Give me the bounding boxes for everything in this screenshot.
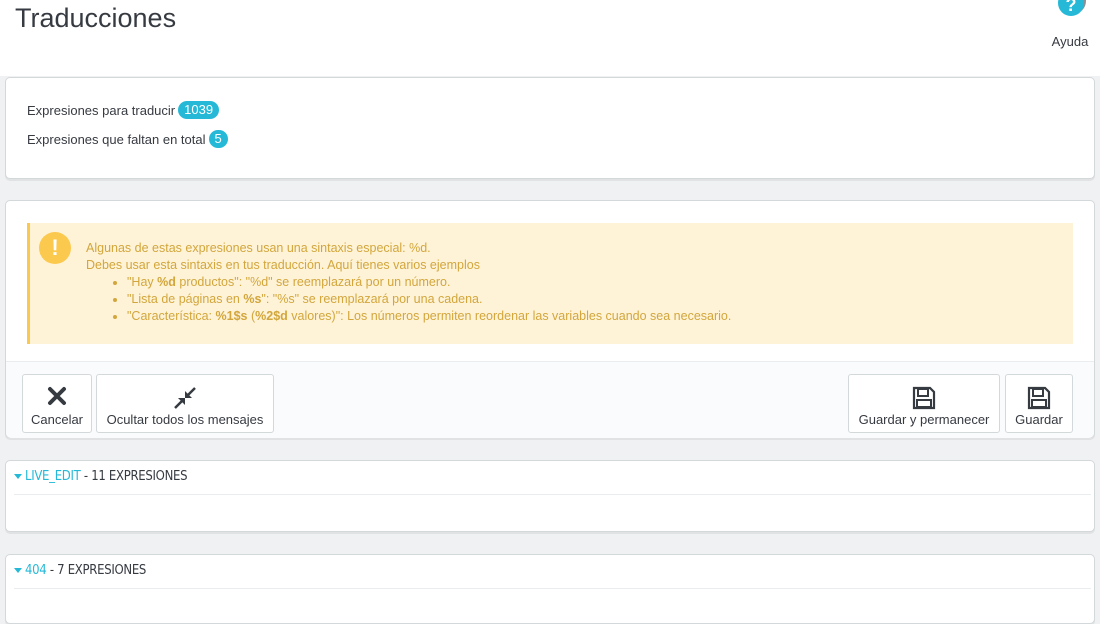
exclamation-icon: ! [39,232,71,264]
page-title: Traducciones [15,3,177,33]
stat-to-translate: Expresiones para traducir 1039 [27,101,220,119]
section-toggle-404[interactable]: 404 - 7 EXPRESIONES [14,563,146,578]
cancel-label: Cancelar [30,412,84,427]
stat-missing-label: Expresiones que faltan en total [27,131,206,147]
help-label: Ayuda [1051,34,1089,49]
warning-alert: ! Algunas de estas expresiones usan una … [27,223,1073,344]
save-button[interactable]: Guardar [1005,374,1073,433]
divider [14,588,1091,589]
save-label: Guardar [1015,412,1063,427]
section-live-edit: LIVE_EDIT - 11 EXPRESIONES [5,460,1095,532]
section-name: LIVE_EDIT [25,469,81,484]
section-count: - 7 EXPRESIONES [46,563,147,578]
section-count: - 11 EXPRESIONES [80,469,188,484]
alert-text: Algunas de estas expresiones usan una si… [86,240,731,325]
alert-example-1: "Hay %d productos": "%d" se reemplazará … [127,274,731,291]
save-icon [1006,385,1072,411]
stat-missing: Expresiones que faltan en total 5 [27,130,228,148]
section-404: 404 - 7 EXPRESIONES [5,554,1095,624]
question-icon: ? [1058,0,1084,16]
section-name: 404 [25,563,47,578]
hide-messages-button[interactable]: Ocultar todos los mensajes [96,374,274,433]
alert-line-2: Debes usar esta sintaxis en tus traducci… [86,258,480,272]
save-icon [849,385,999,411]
alert-example-2: "Lista de páginas en %s": "%s" se reempl… [127,291,731,308]
close-icon [23,385,91,411]
help-button[interactable]: ? Ayuda [1048,0,1092,60]
stats-panel: Expresiones para traducir 1039 Expresion… [5,77,1095,179]
section-toggle-live-edit[interactable]: LIVE_EDIT - 11 EXPRESIONES [14,469,188,484]
hide-messages-label: Ocultar todos los mensajes [106,412,264,427]
page-header: Traducciones ? Ayuda [0,0,1100,76]
caret-down-icon [14,474,22,479]
save-and-stay-button[interactable]: Guardar y permanecer [848,374,1000,433]
stat-to-translate-badge: 1039 [178,101,220,119]
cancel-button[interactable]: Cancelar [22,374,92,433]
alert-line-1: Algunas de estas expresiones usan una si… [86,241,431,255]
translation-form-panel: ! Algunas de estas expresiones usan una … [5,200,1095,438]
divider [14,494,1091,495]
form-toolbar: Cancelar Ocultar todos los mensajes Guar… [6,361,1094,438]
alert-example-3: "Característica: %1$s (%2$d valores)": L… [127,308,731,325]
collapse-arrows-icon [97,385,273,411]
save-and-stay-label: Guardar y permanecer [858,412,990,427]
stat-missing-badge: 5 [208,130,228,148]
caret-down-icon [14,568,22,573]
alert-examples: "Hay %d productos": "%d" se reemplazará … [86,274,731,325]
stat-to-translate-label: Expresiones para traducir [27,102,176,118]
